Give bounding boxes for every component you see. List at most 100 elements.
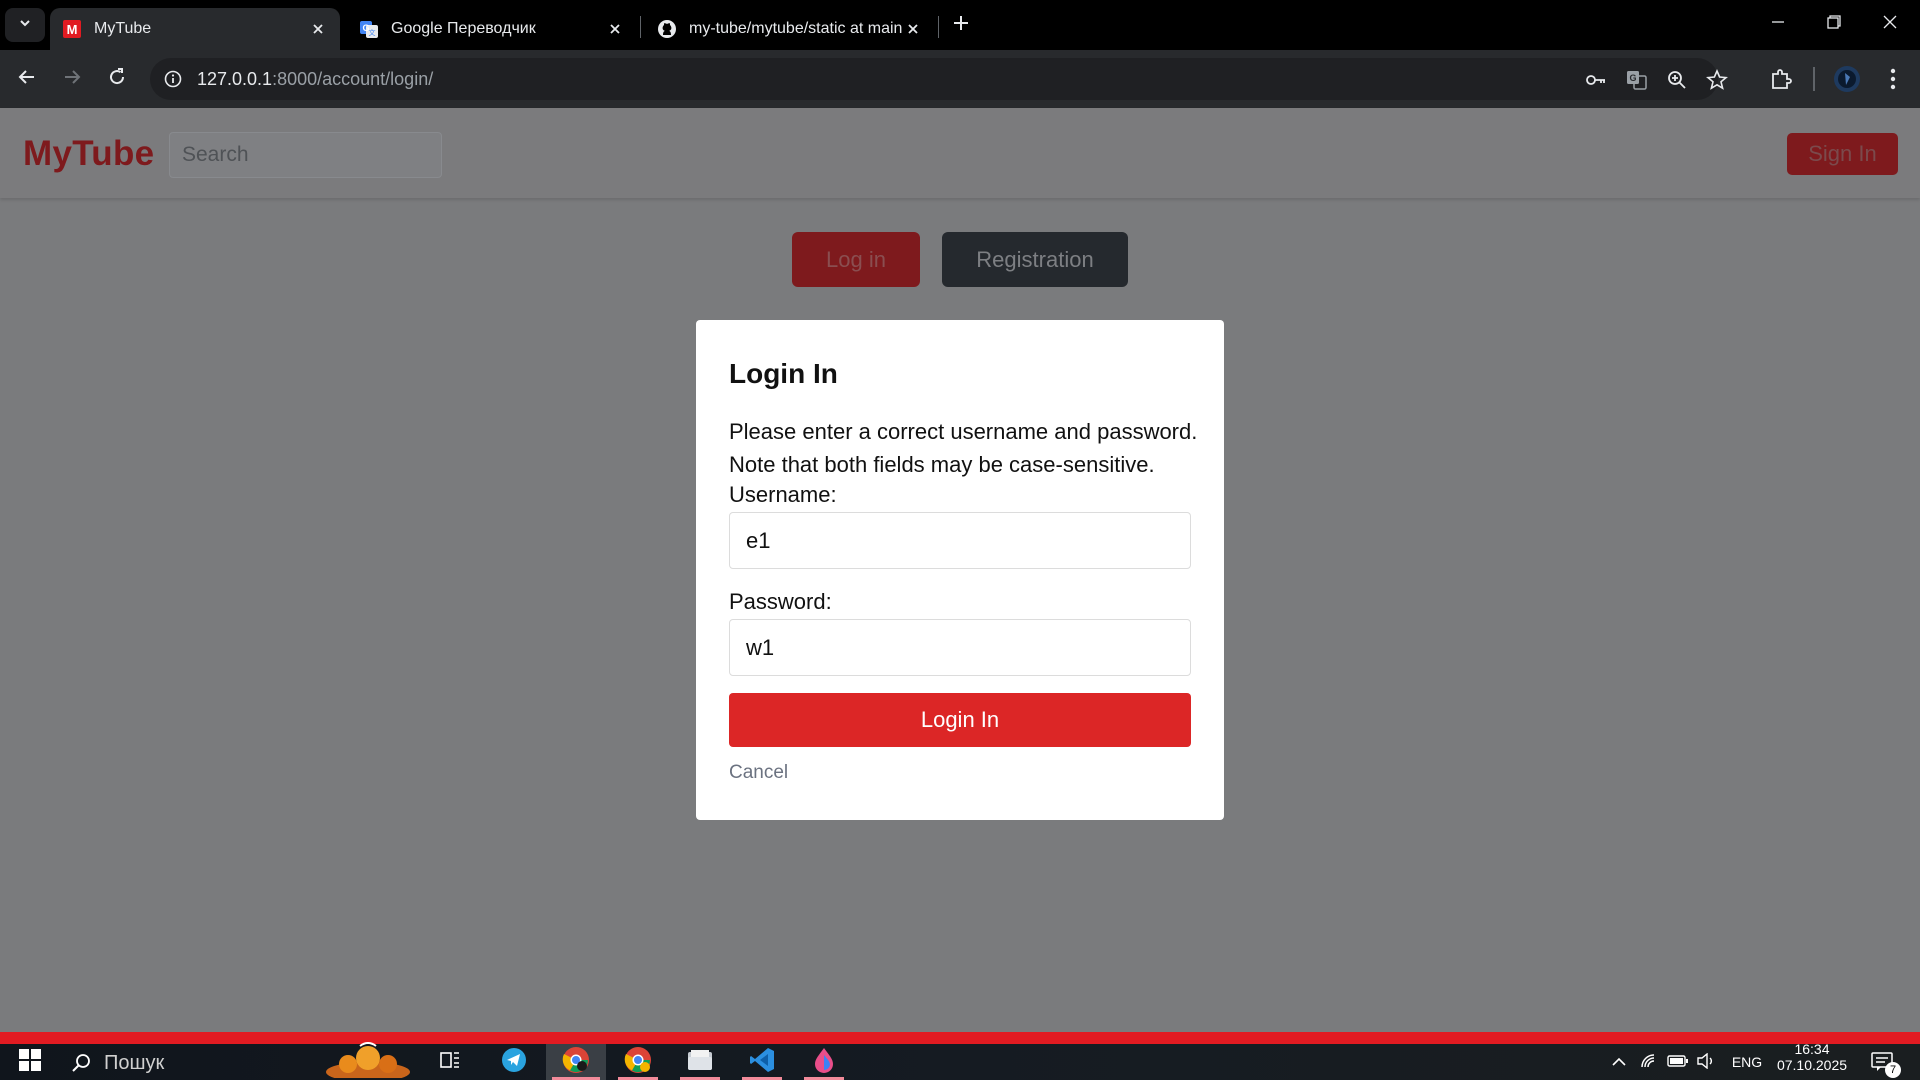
windows-logo-icon [19, 1048, 41, 1076]
file-app[interactable] [674, 1044, 726, 1080]
volume-status[interactable] [1692, 1044, 1720, 1080]
task-view-icon [439, 1049, 461, 1076]
password-key-icon[interactable] [1582, 66, 1610, 94]
close-icon [1883, 15, 1897, 34]
plus-icon [953, 15, 969, 36]
password-value: w1 [746, 634, 775, 660]
tab-title: my-tube/mytube/static at main [689, 20, 903, 37]
svg-text:文: 文 [369, 28, 376, 37]
site-logo[interactable]: MyTube [23, 134, 154, 174]
tab-title: MyTube [94, 20, 152, 37]
login-modal: Login In Please enter a correct username… [696, 320, 1224, 820]
username-field[interactable]: e1 [729, 512, 1191, 569]
search-input[interactable] [169, 132, 442, 178]
chrome-icon [562, 1046, 590, 1079]
login-submit-button[interactable]: Login In [729, 693, 1191, 747]
browser-toolbar: 127.0.0.1:8000/account/login/ G [0, 50, 1920, 108]
chrome-app-active[interactable] [546, 1044, 606, 1080]
close-icon[interactable] [605, 19, 625, 39]
github-icon [657, 19, 677, 39]
restore-button[interactable] [1806, 6, 1862, 42]
reload-button[interactable] [100, 62, 134, 96]
extensions-puzzle-icon[interactable] [1766, 64, 1796, 94]
modal-title: Login In [729, 358, 838, 389]
vscode-app[interactable] [736, 1044, 788, 1080]
reload-icon [107, 67, 127, 92]
tab-google-translate[interactable]: G文 Google Переводчик [347, 8, 637, 50]
arrow-right-icon [62, 67, 82, 92]
paint-app[interactable] [798, 1044, 850, 1080]
clock-time: 16:34 [1794, 1041, 1830, 1057]
tab-divider [640, 16, 641, 38]
toolbar-divider [1813, 67, 1815, 91]
site-info-icon[interactable] [160, 66, 186, 92]
address-bar[interactable]: 127.0.0.1:8000/account/login/ G [150, 58, 1728, 100]
bookmark-star-icon[interactable] [1703, 66, 1731, 94]
error-message: Please enter a correct username and pass… [729, 419, 1198, 477]
kebab-menu-icon[interactable] [1878, 64, 1908, 94]
svg-text:M: M [67, 22, 78, 37]
clock[interactable]: 16:34 07.10.2025 [1772, 1041, 1852, 1080]
wifi-icon [1640, 1053, 1660, 1072]
minimize-icon [1771, 15, 1785, 34]
cancel-link[interactable]: Cancel [729, 762, 788, 784]
minimize-button[interactable] [1750, 6, 1806, 42]
wifi-status[interactable] [1636, 1044, 1664, 1080]
tab-divider [938, 16, 939, 38]
tab-mytube[interactable]: M MyTube [50, 8, 340, 50]
login-tab-button[interactable]: Log in [792, 232, 920, 287]
news-widget[interactable] [320, 1041, 416, 1080]
taskbar-accent-line [0, 1032, 1920, 1044]
password-label: Password: [729, 589, 832, 614]
translate-icon[interactable]: G [1623, 66, 1651, 94]
telegram-icon [501, 1047, 527, 1078]
back-button[interactable] [10, 62, 44, 96]
notification-icon: 7 [1871, 1052, 1901, 1078]
url-host: 127.0.0.1 [197, 69, 273, 89]
url-text: 127.0.0.1:8000/account/login/ [197, 69, 433, 90]
battery-icon [1667, 1054, 1689, 1071]
page-body: MyTube Sign In Log in Registration Login… [0, 108, 1920, 1032]
battery-status[interactable] [1664, 1044, 1692, 1080]
start-button[interactable] [4, 1044, 56, 1080]
tab-search-button[interactable] [5, 8, 45, 42]
close-icon[interactable] [903, 19, 923, 39]
speaker-icon [1696, 1052, 1716, 1072]
svg-text:G: G [1629, 73, 1636, 83]
username-value: e1 [746, 527, 771, 553]
clock-date: 07.10.2025 [1776, 1057, 1848, 1073]
google-translate-icon: G文 [359, 19, 379, 39]
close-window-button[interactable] [1862, 6, 1918, 42]
forward-button[interactable] [55, 62, 89, 96]
arrow-left-icon [17, 67, 37, 92]
close-icon[interactable] [308, 19, 328, 39]
language-indicator[interactable]: ENG [1724, 1044, 1770, 1080]
url-path: :8000/account/login/ [272, 69, 434, 89]
taskbar-search[interactable]: Пошук [70, 1050, 164, 1076]
restore-icon [1827, 14, 1841, 34]
notification-center-button[interactable]: 7 [1862, 1044, 1902, 1080]
windows-taskbar: Пошук ENG 16:34 07.10.2025 7 [0, 1041, 1920, 1080]
profile-avatar[interactable] [1832, 64, 1862, 94]
telegram-app[interactable] [488, 1044, 540, 1080]
username-label: Username: [729, 482, 837, 507]
taskbar-search-label: Пошук [104, 1051, 165, 1074]
registration-tab-button[interactable]: Registration [942, 232, 1128, 287]
folder-icon [686, 1047, 714, 1078]
chevron-up-icon [1611, 1054, 1627, 1070]
browser-tab-bar: M MyTube G文 Google Переводчик my-tube/my… [0, 0, 1920, 50]
autumn-widget-icon [320, 1041, 416, 1080]
sign-in-button[interactable]: Sign In [1787, 133, 1898, 175]
mytube-favicon-icon: M [62, 19, 82, 39]
search-icon [70, 1052, 92, 1074]
chrome-app[interactable] [612, 1044, 664, 1080]
task-view-button[interactable] [424, 1044, 476, 1080]
new-tab-button[interactable] [948, 12, 974, 38]
zoom-icon[interactable] [1663, 66, 1691, 94]
chrome-icon [624, 1046, 652, 1079]
vscode-icon [749, 1047, 775, 1078]
tray-expand-button[interactable] [1604, 1044, 1634, 1080]
password-field[interactable]: w1 [729, 619, 1191, 676]
notification-count: 7 [1885, 1062, 1901, 1078]
tab-github[interactable]: my-tube/mytube/static at main [645, 8, 935, 50]
